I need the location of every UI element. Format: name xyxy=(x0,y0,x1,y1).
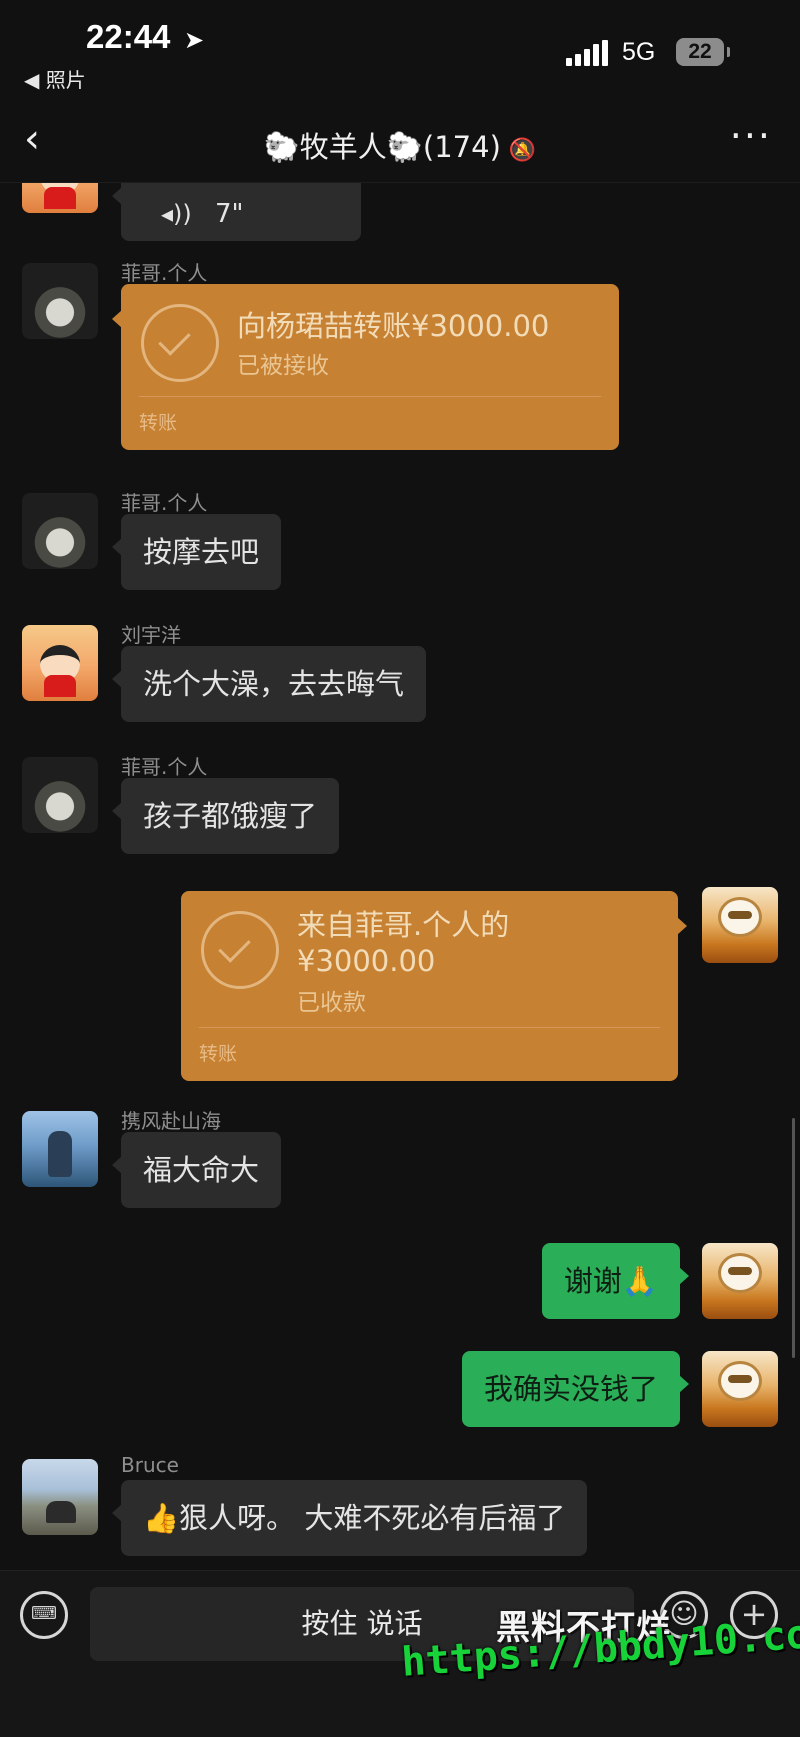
message-bubble[interactable]: 按摩去吧 xyxy=(111,514,282,590)
scrollbar[interactable] xyxy=(792,1118,795,1358)
transfer-card[interactable]: 来自菲哥.个人的 ¥3000.00 已收款 转账 xyxy=(181,891,687,1081)
message-voice: ◂)) 7" xyxy=(0,183,800,241)
message-item: 我确实没钱了 xyxy=(0,1351,800,1431)
chat-header: ‹ 🐑牧羊人🐑(174) 🔕 ··· xyxy=(0,100,800,183)
message-bubble[interactable]: 孩子都饿瘦了 xyxy=(111,778,340,854)
check-circle-icon xyxy=(141,304,219,382)
message-transfer-sent: 菲哥.个人 向杨珺喆转账¥3000.00 已被接收 转账 xyxy=(0,261,800,463)
message-item: 菲哥.个人 按摩去吧 xyxy=(0,491,800,593)
my-avatar[interactable] xyxy=(702,887,778,963)
message-transfer-received: 来自菲哥.个人的 ¥3000.00 已收款 转账 xyxy=(0,887,800,1087)
sender-name: 菲哥.个人 xyxy=(121,755,208,779)
sender-name: Bruce xyxy=(121,1453,179,1477)
transfer-amount: ¥3000.00 xyxy=(297,944,436,978)
avatar[interactable] xyxy=(22,1459,98,1535)
check-circle-icon xyxy=(201,911,279,989)
message-item: 菲哥.个人 孩子都饿瘦了 xyxy=(0,755,800,857)
message-bubble[interactable]: 洗个大澡，去去晦气 xyxy=(111,646,427,722)
my-avatar[interactable] xyxy=(702,1243,778,1319)
keyboard-toggle-icon[interactable]: ⌨ xyxy=(20,1591,68,1639)
message-bubble[interactable]: 福大命大 xyxy=(111,1132,282,1208)
network-type: 5G xyxy=(622,38,656,66)
group-name: 🐑牧羊人🐑(174) xyxy=(263,130,501,164)
transfer-title: 向杨珺喆转账¥3000.00 xyxy=(237,309,550,343)
message-bubble[interactable]: 我确实没钱了 xyxy=(461,1351,690,1427)
back-to-photos-link[interactable]: ◀ 照片 xyxy=(24,64,86,93)
message-bubble[interactable]: 👍狠人呀。 大难不死必有后福了 xyxy=(111,1480,588,1556)
status-bar: 22:44 ➤ ◀ 照片 5G 22 xyxy=(0,0,800,100)
clock: 22:44 xyxy=(86,18,171,55)
avatar[interactable] xyxy=(22,625,98,701)
my-avatar[interactable] xyxy=(702,1351,778,1427)
sender-name: 菲哥.个人 xyxy=(121,491,208,515)
message-item: 携风赴山海 福大命大 xyxy=(0,1109,800,1211)
transfer-footer: 转账 xyxy=(139,412,178,434)
message-item: 谢谢🙏 xyxy=(0,1243,800,1323)
chat-title: 🐑牧羊人🐑(174) 🔕 xyxy=(0,124,800,166)
voice-duration: 7" xyxy=(215,199,244,229)
transfer-status: 已收款 xyxy=(297,990,366,1016)
voice-bubble[interactable]: ◂)) 7" xyxy=(112,183,361,241)
transfer-title: 来自菲哥.个人的 xyxy=(297,908,510,942)
avatar[interactable] xyxy=(22,183,98,213)
sender-name: 菲哥.个人 xyxy=(121,261,208,285)
avatar[interactable] xyxy=(22,493,98,569)
divider xyxy=(139,396,601,397)
divider xyxy=(199,1027,660,1028)
message-item: 刘宇洋 洗个大澡，去去晦气 xyxy=(0,623,800,725)
battery-icon: 22 xyxy=(676,38,730,66)
message-item: Bruce 👍狠人呀。 大难不死必有后福了 xyxy=(0,1453,800,1559)
cellular-signal-icon xyxy=(566,40,610,66)
transfer-card[interactable]: 向杨珺喆转账¥3000.00 已被接收 转账 xyxy=(112,284,619,450)
message-bubble[interactable]: 谢谢🙏 xyxy=(541,1243,690,1319)
avatar[interactable] xyxy=(22,757,98,833)
transfer-status: 已被接收 xyxy=(237,353,329,379)
avatar[interactable] xyxy=(22,263,98,339)
muted-bell-icon: 🔕 xyxy=(508,138,537,163)
transfer-footer: 转账 xyxy=(199,1043,238,1065)
avatar[interactable] xyxy=(22,1111,98,1187)
sender-name: 刘宇洋 xyxy=(121,623,181,647)
more-options-button[interactable]: ··· xyxy=(730,114,772,158)
voice-wave-icon: ◂)) xyxy=(161,200,192,228)
location-arrow-icon: ➤ xyxy=(184,26,205,54)
message-list[interactable]: ◂)) 7" 菲哥.个人 向杨珺喆转账¥3000.00 已被接收 转账 菲哥.个… xyxy=(0,183,800,1570)
sender-name: 携风赴山海 xyxy=(121,1109,221,1133)
